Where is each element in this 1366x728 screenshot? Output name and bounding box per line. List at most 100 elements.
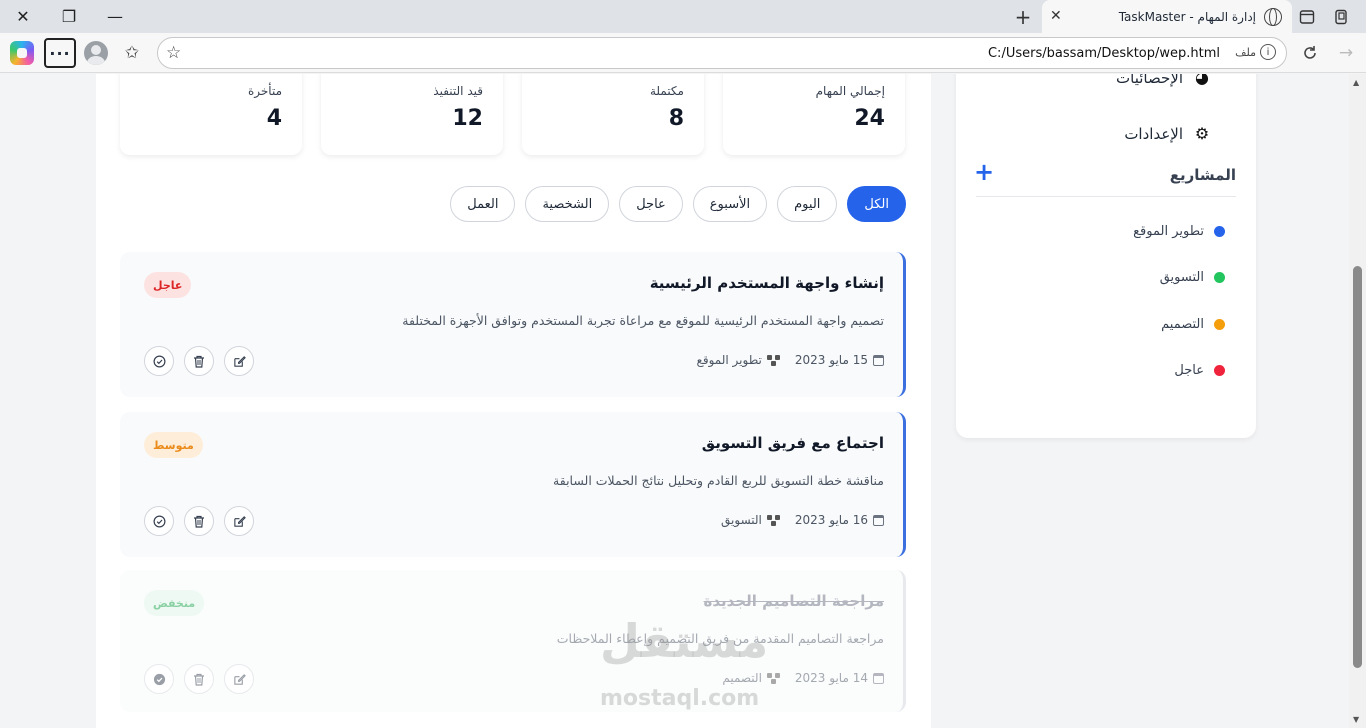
stat-label: إجمالي المهام — [815, 84, 885, 98]
task-date: 14 مايو 2023 — [794, 671, 868, 685]
favorites-icon[interactable]: ✩ — [120, 41, 144, 65]
stat-value: 24 — [854, 106, 885, 131]
delete-button[interactable] — [184, 506, 214, 536]
new-tab-button[interactable]: + — [1010, 4, 1036, 30]
add-project-button[interactable]: + — [974, 158, 994, 186]
filter-personal[interactable]: الشخصية — [525, 186, 610, 222]
check-circle-filled-icon — [153, 673, 165, 685]
filter-bar: الكل اليوم الأسبوع عاجل الشخصية العمل — [450, 186, 906, 222]
workspaces-icon[interactable] — [1330, 6, 1352, 28]
edit-icon — [233, 355, 246, 367]
edit-button[interactable] — [224, 664, 254, 694]
edit-icon — [233, 515, 246, 527]
stat-value: 12 — [452, 106, 483, 131]
sidebar-item-label: الإحصائيات — [1116, 74, 1183, 87]
edit-button[interactable] — [224, 506, 254, 536]
project-name: التصميم — [1161, 317, 1204, 332]
more-menu-button[interactable]: ··· — [44, 38, 76, 68]
info-icon: i — [1260, 44, 1276, 60]
gear-icon: ⚙ — [1194, 124, 1210, 143]
task-project: التصميم — [722, 671, 762, 685]
page-scrollbar[interactable]: ▲ ▼ — [1349, 74, 1366, 728]
calendar-icon — [873, 672, 884, 684]
task-project: التسويق — [721, 513, 762, 527]
delete-button[interactable] — [184, 664, 214, 694]
trash-icon — [194, 355, 204, 368]
refresh-icon[interactable] — [1298, 41, 1322, 65]
project-icon — [766, 354, 781, 366]
browser-titlebar: ✕ ❐ — + إدارة المهام - TaskMaster ✕ — [0, 0, 1366, 33]
complete-button[interactable] — [144, 346, 174, 376]
watermark-logo: مستقل — [600, 614, 769, 668]
bookmark-star-icon[interactable]: ☆ — [166, 43, 181, 63]
task-date: 16 مايو 2023 — [794, 513, 868, 527]
filter-all[interactable]: الكل — [847, 186, 906, 222]
filter-week[interactable]: الأسبوع — [692, 186, 768, 222]
projects-title: المشاريع — [1169, 166, 1236, 184]
stat-label: مكتملة — [649, 84, 684, 98]
project-name: عاجل — [1174, 363, 1204, 378]
task-meta: 16 مايو 2023 التسويق — [721, 513, 884, 527]
task-title: مراجعة التصاميم الجديدة — [703, 592, 884, 610]
stat-card-overdue: متأخرة 4 — [120, 74, 302, 155]
task-meta: 14 مايو 2023 التصميم — [722, 671, 884, 685]
priority-badge: متوسط — [144, 432, 203, 458]
scroll-up-icon[interactable]: ▲ — [1353, 78, 1359, 87]
filter-urgent[interactable]: عاجل — [619, 186, 683, 222]
file-label: ملف — [1235, 45, 1256, 59]
pie-chart-icon: ◕ — [1195, 74, 1209, 87]
minimize-window-icon[interactable]: — — [92, 0, 138, 33]
task-card[interactable]: اجتماع مع فريق التسويق متوسط مناقشة خطة … — [120, 412, 906, 557]
project-item[interactable]: التسويق — [1160, 270, 1225, 285]
forward-arrow-icon[interactable]: → — [1334, 41, 1358, 65]
task-actions — [144, 664, 254, 694]
filter-today[interactable]: اليوم — [777, 186, 838, 222]
task-project: تطوير الموقع — [696, 353, 762, 367]
sidebar-item-settings[interactable]: ⚙ الإعدادات — [1124, 124, 1211, 143]
site-info-button[interactable]: i ملف — [1235, 44, 1276, 60]
scroll-down-icon[interactable]: ▼ — [1353, 715, 1359, 724]
task-title: إنشاء واجهة المستخدم الرئيسية — [649, 274, 884, 292]
task-date: 15 مايو 2023 — [794, 353, 868, 367]
tab-actions-icon[interactable] — [1296, 6, 1318, 28]
project-color-dot — [1214, 319, 1225, 330]
globe-icon — [1264, 7, 1282, 26]
project-item[interactable]: عاجل — [1174, 363, 1225, 378]
project-item[interactable]: التصميم — [1161, 317, 1225, 332]
task-actions — [144, 346, 254, 376]
check-circle-icon — [153, 355, 165, 367]
check-circle-icon — [153, 515, 165, 527]
task-card-completed[interactable]: مراجعة التصاميم الجديدة منخفض مراجعة الت… — [120, 570, 906, 712]
edit-button[interactable] — [224, 346, 254, 376]
task-description: تصميم واجهة المستخدم الرئيسية للموقع مع … — [402, 313, 884, 328]
trash-icon — [194, 515, 204, 528]
copilot-icon[interactable] — [10, 41, 34, 65]
tab-close-icon[interactable]: ✕ — [1050, 8, 1062, 24]
filter-work[interactable]: العمل — [450, 186, 516, 222]
delete-button[interactable] — [184, 346, 214, 376]
task-card[interactable]: إنشاء واجهة المستخدم الرئيسية عاجل تصميم… — [120, 252, 906, 397]
complete-button[interactable] — [144, 664, 174, 694]
main-content: إجمالي المهام 24 مكتملة 8 قيد التنفيذ 12… — [96, 74, 931, 728]
sidebar-item-statistics[interactable]: ◕ الإحصائيات — [1116, 74, 1211, 87]
url-text[interactable]: C:/Users/bassam/Desktop/wep.html — [988, 46, 1220, 61]
stat-card-completed: مكتملة 8 — [522, 74, 704, 155]
restore-window-icon[interactable]: ❐ — [46, 0, 92, 33]
priority-badge: عاجل — [144, 272, 192, 298]
project-name: تطوير الموقع — [1133, 224, 1204, 239]
stat-card-in-progress: قيد التنفيذ 12 — [321, 74, 503, 155]
stat-label: متأخرة — [247, 84, 282, 98]
profile-avatar[interactable] — [84, 41, 108, 65]
tab-title: إدارة المهام - TaskMaster — [1118, 9, 1256, 24]
project-item[interactable]: تطوير الموقع — [1133, 224, 1225, 239]
task-title: اجتماع مع فريق التسويق — [701, 434, 884, 452]
complete-button[interactable] — [144, 506, 174, 536]
edit-icon — [233, 673, 246, 685]
address-bar[interactable]: ☆ C:/Users/bassam/Desktop/wep.html i ملف — [157, 37, 1287, 69]
calendar-icon — [873, 354, 884, 366]
stat-card-total: إجمالي المهام 24 — [723, 74, 905, 155]
trash-icon — [194, 673, 204, 686]
scrollbar-thumb[interactable] — [1353, 266, 1362, 668]
close-window-icon[interactable]: ✕ — [0, 0, 46, 33]
browser-tab[interactable]: إدارة المهام - TaskMaster ✕ — [1042, 0, 1292, 33]
